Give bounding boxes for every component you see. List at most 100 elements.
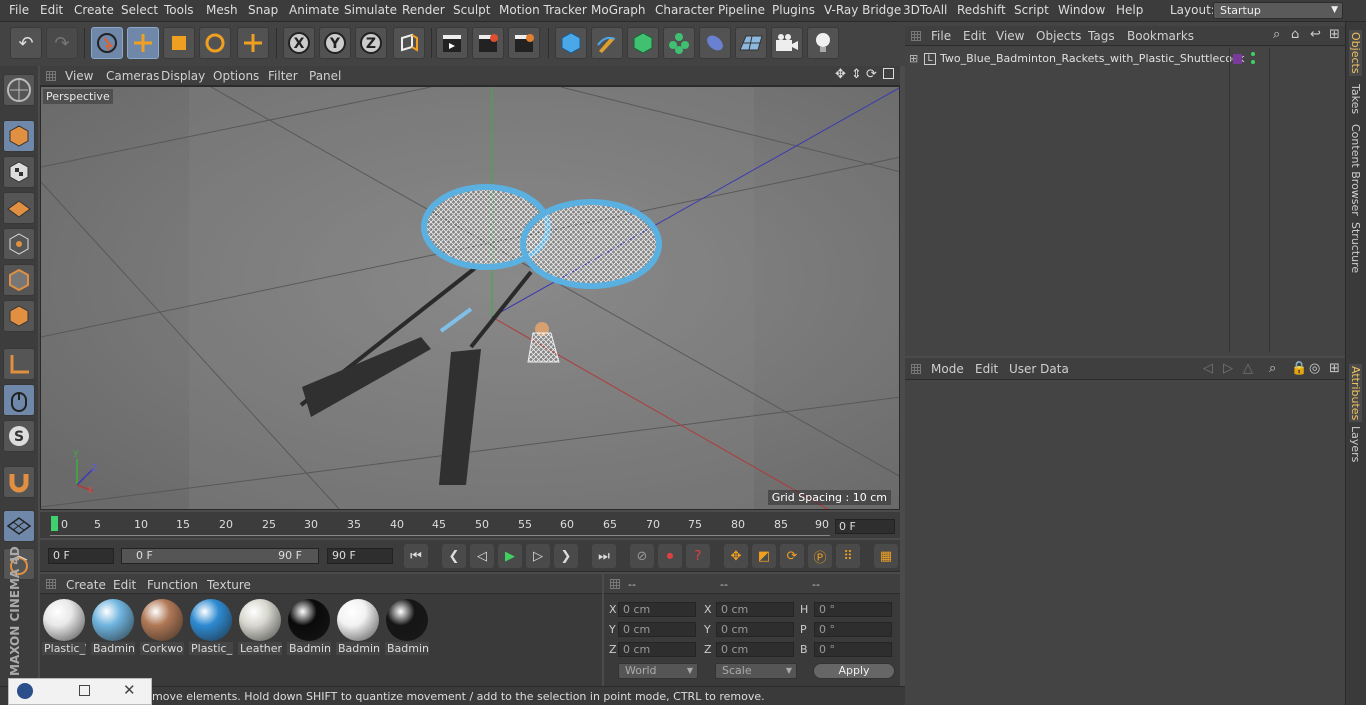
attr-menu-edit[interactable]: Edit	[975, 362, 998, 376]
dolly-icon[interactable]: ⇕	[851, 67, 862, 82]
record-keys-button[interactable]: ⊘	[630, 544, 654, 568]
render-picture-viewer-button[interactable]	[472, 27, 504, 59]
layer-color-tag[interactable]	[1233, 54, 1242, 64]
x-axis-button[interactable]: X	[283, 27, 315, 59]
menu-window[interactable]: Window	[1058, 3, 1105, 17]
keyframe-selection-button[interactable]: ?	[686, 544, 710, 568]
search-icon[interactable]: ⌕	[1273, 27, 1280, 42]
model-mode-button[interactable]	[3, 120, 35, 152]
object-menu-bookmarks[interactable]: Bookmarks	[1127, 29, 1194, 43]
workplane-button[interactable]	[3, 192, 35, 224]
tab-layers[interactable]: Layers	[1349, 426, 1362, 462]
viewport-menu-cameras[interactable]: Cameras	[106, 69, 159, 83]
menu-snap[interactable]: Snap	[248, 3, 278, 17]
home-icon[interactable]: ⌂	[1291, 27, 1299, 42]
material-swatch[interactable]: Badmint	[287, 598, 331, 656]
next-frame-button[interactable]: ▷	[526, 544, 550, 568]
menu-render[interactable]: Render	[402, 3, 445, 17]
new-window-icon[interactable]: ⊞	[1329, 27, 1340, 42]
previous-key-button[interactable]: ❮	[442, 544, 466, 568]
menu-mesh[interactable]: Mesh	[206, 3, 238, 17]
apply-button[interactable]: Apply	[813, 663, 895, 679]
maximize-icon[interactable]	[79, 685, 90, 696]
transform-button[interactable]	[237, 27, 269, 59]
coord-value-field[interactable]: 0 cm	[716, 622, 794, 637]
current-frame-field[interactable]: 0 F	[835, 519, 895, 534]
coord-value-field[interactable]: 0 cm	[716, 602, 794, 617]
menu-edit[interactable]: Edit	[40, 3, 63, 17]
coord-value-field[interactable]: 0 °	[814, 622, 892, 637]
orbit-icon[interactable]: ⟳	[866, 67, 877, 82]
pen-spline-button[interactable]	[591, 27, 623, 59]
play-button[interactable]: ▶	[498, 544, 522, 568]
tab-objects[interactable]: Objects	[1349, 30, 1362, 76]
object-menu-edit[interactable]: Edit	[963, 29, 986, 43]
render-settings-button[interactable]	[508, 27, 540, 59]
lock-icon[interactable]: 🔒	[1291, 361, 1307, 376]
key-position-button[interactable]: ✥	[724, 544, 748, 568]
object-menu-view[interactable]: View	[996, 29, 1024, 43]
make-editable-button[interactable]	[3, 74, 35, 106]
go-to-end-button[interactable]: ⏭	[592, 544, 616, 568]
coord-value-field[interactable]: 0 °	[814, 602, 892, 617]
undo-button[interactable]: ↶	[10, 27, 42, 59]
material-swatch[interactable]: Plastic_(	[189, 598, 233, 656]
start-frame-field[interactable]: 0 F	[48, 548, 114, 564]
menu-select[interactable]: Select	[121, 3, 158, 17]
frame-range-slider[interactable]: 0 F 90 F	[121, 548, 319, 564]
playhead[interactable]	[51, 516, 58, 531]
up-arrow-icon[interactable]: △	[1243, 361, 1253, 376]
material-swatch[interactable]: Badmint	[385, 598, 429, 656]
menu-animate[interactable]: Animate	[289, 3, 339, 17]
object-menu-objects[interactable]: Objects	[1036, 29, 1081, 43]
move-button[interactable]	[127, 27, 159, 59]
editor-visibility-dot[interactable]	[1251, 52, 1255, 56]
points-mode-button[interactable]	[3, 228, 35, 260]
coord-value-field[interactable]: 0 °	[814, 642, 892, 657]
menu-plugins[interactable]: Plugins	[772, 3, 815, 17]
menu-motion-tracker[interactable]: Motion Tracker	[499, 3, 587, 17]
new-window-icon[interactable]: ⊞	[1329, 361, 1340, 376]
menu-3dtoall[interactable]: 3DToAll	[903, 3, 947, 17]
coord-system-select[interactable]: World ▼	[618, 663, 698, 679]
object-name[interactable]: Two_Blue_Badminton_Rackets_with_Plastic_…	[940, 52, 1244, 65]
size-mode-select[interactable]: Scale ▼	[715, 663, 797, 679]
pan-icon[interactable]: ✥	[835, 67, 846, 82]
key-scale-button[interactable]: ◩	[752, 544, 776, 568]
menu-file[interactable]: File	[9, 3, 29, 17]
timeline-ruler[interactable]: 0 5 10 15 20 25 30 35 40 45 50 55 60 65 …	[40, 512, 900, 538]
coordinate-system-button[interactable]	[393, 27, 425, 59]
menu-sculpt[interactable]: Sculpt	[453, 3, 490, 17]
timeline-track[interactable]: 0 5 10 15 20 25 30 35 40 45 50 55 60 65 …	[50, 514, 830, 536]
rotate-button[interactable]	[199, 27, 231, 59]
material-swatch[interactable]: Badmint	[336, 598, 380, 656]
attr-menu-user-data[interactable]: User Data	[1009, 362, 1069, 376]
timeline-window-button[interactable]: ▦	[874, 544, 898, 568]
object-menu-file[interactable]: File	[931, 29, 951, 43]
maximize-view-icon[interactable]	[883, 68, 894, 79]
attr-menu-mode[interactable]: Mode	[931, 362, 964, 376]
cube-button[interactable]	[555, 27, 587, 59]
viewport-menu-display[interactable]: Display	[161, 69, 205, 83]
material-menu-function[interactable]: Function	[147, 578, 198, 592]
menu-help[interactable]: Help	[1116, 3, 1143, 17]
3d-viewport[interactable]: Y Z X Perspective Grid Spacing : 10 cm	[40, 86, 900, 510]
coord-value-field[interactable]: 0 cm	[618, 642, 696, 657]
forward-arrow-icon[interactable]: ▷	[1223, 361, 1233, 376]
camera-button[interactable]	[771, 27, 803, 59]
viewport-menu-filter[interactable]: Filter	[268, 69, 298, 83]
render-visibility-dot[interactable]	[1251, 60, 1255, 64]
subdivision-button[interactable]	[627, 27, 659, 59]
expand-icon[interactable]: ⊞	[909, 52, 918, 65]
key-rotation-button[interactable]: ⟳	[780, 544, 804, 568]
previous-frame-button[interactable]: ◁	[470, 544, 494, 568]
key-parameter-button[interactable]: Ⓟ	[808, 544, 832, 568]
light-button[interactable]	[807, 27, 839, 59]
edges-mode-button[interactable]	[3, 264, 35, 296]
minimized-window[interactable]: ✕	[8, 678, 152, 705]
material-swatch[interactable]: Corkwo	[140, 598, 184, 656]
scale-button[interactable]	[163, 27, 195, 59]
menu-character[interactable]: Character	[655, 3, 714, 17]
y-axis-button[interactable]: Y	[319, 27, 351, 59]
tweak-mode-button[interactable]	[3, 384, 35, 416]
